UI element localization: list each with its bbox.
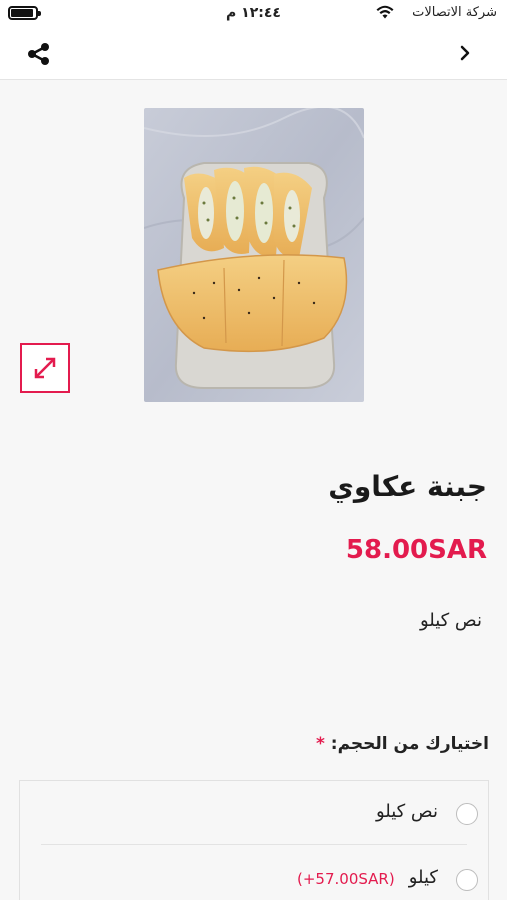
chevron-right-icon[interactable] <box>453 40 477 66</box>
size-options: نص كيلو كيلو (+57.00SAR) <box>19 780 489 900</box>
product-title: جبنة عكاوي <box>328 470 487 503</box>
status-bar: ١٢:٤٤ م شركة الاتصالات <box>0 0 507 26</box>
radio-button[interactable] <box>456 869 478 891</box>
carrier-name: شركة الاتصالات <box>412 5 497 20</box>
size-section-label: اختيارك من الحجم: * <box>316 734 489 754</box>
option-price: (+57.00SAR) <box>297 870 395 888</box>
size-option-kilo[interactable]: كيلو (+57.00SAR) <box>20 845 488 900</box>
nav-bar <box>0 26 507 80</box>
product-image[interactable] <box>144 108 364 402</box>
product-price: 58.00SAR <box>345 535 487 565</box>
expand-icon <box>34 357 56 379</box>
size-option-half-kilo[interactable]: نص كيلو <box>20 781 488 845</box>
required-mark: * <box>315 734 325 754</box>
radio-button[interactable] <box>456 803 478 825</box>
share-icon[interactable] <box>24 39 54 69</box>
wifi-icon <box>376 5 394 19</box>
size-label-text: اختيارك من الحجم: <box>330 734 489 754</box>
product-description: نص كيلو <box>419 610 482 631</box>
option-label: نص كيلو <box>375 801 438 822</box>
option-label: كيلو <box>408 867 438 888</box>
expand-image-button[interactable] <box>20 343 70 393</box>
